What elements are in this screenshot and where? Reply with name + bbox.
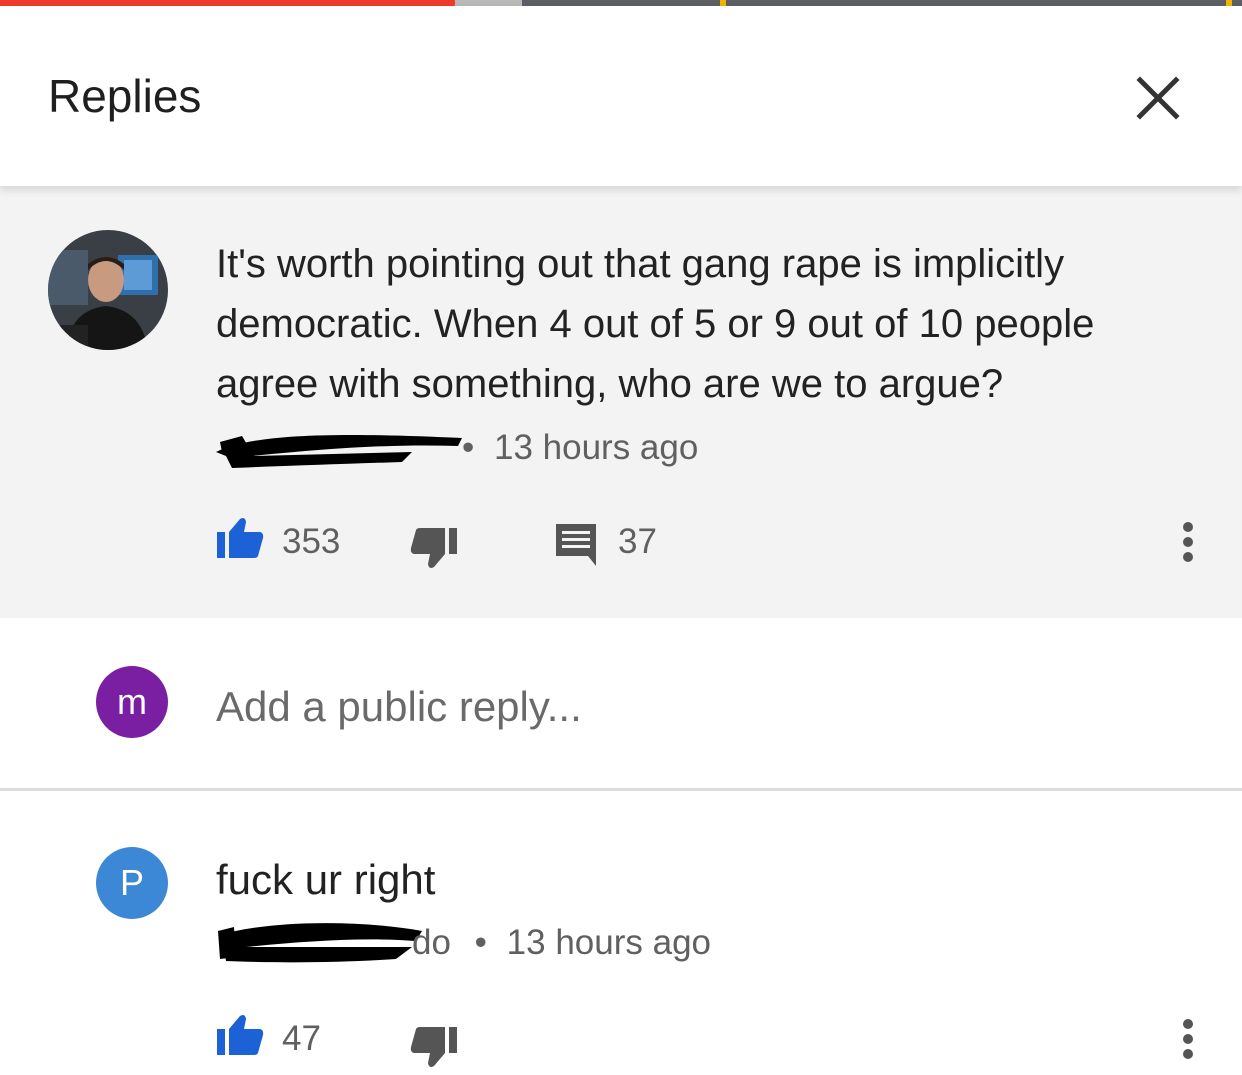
avatar[interactable]: P [96, 847, 168, 919]
close-icon[interactable] [1128, 68, 1188, 128]
add-reply-section: m [0, 618, 1242, 791]
redacted-author [216, 917, 426, 972]
more-options-icon[interactable] [1178, 522, 1198, 572]
comment-icon[interactable] [556, 524, 596, 571]
author-name-suffix: do [412, 923, 451, 962]
comment-timestamp: 13 hours ago [494, 428, 699, 467]
comment-meta: • 13 hours ago [462, 428, 698, 468]
reply-comment: P fuck ur right do • 13 hours ago 47 [0, 791, 1242, 1075]
thumbs-up-icon[interactable] [216, 516, 264, 565]
thumbs-down-icon[interactable] [410, 1025, 458, 1074]
redacted-author [212, 426, 472, 475]
thumbs-up-icon[interactable] [216, 1013, 264, 1062]
like-count: 353 [282, 522, 341, 561]
reply-count: 37 [618, 522, 657, 561]
thumbs-down-icon[interactable] [410, 526, 458, 575]
more-options-icon[interactable] [1178, 1019, 1198, 1069]
comment-timestamp: 13 hours ago [506, 923, 711, 962]
comment-text: fuck ur right [216, 856, 436, 903]
parent-comment: It's worth pointing out that gang rape i… [0, 186, 1242, 618]
page-title: Replies [48, 70, 202, 122]
comment-actions: 47 [0, 1013, 1242, 1073]
replies-header: Replies [0, 6, 1242, 186]
meta-separator: • [474, 923, 487, 962]
meta-separator: • [462, 428, 475, 467]
comment-text: It's worth pointing out that gang rape i… [216, 242, 1095, 406]
avatar[interactable]: m [96, 666, 168, 738]
reply-input[interactable] [216, 682, 1116, 732]
comment-meta: do • 13 hours ago [412, 923, 711, 963]
like-count: 47 [282, 1019, 321, 1058]
avatar[interactable] [48, 230, 168, 350]
comment-actions: 353 37 [0, 512, 1242, 572]
